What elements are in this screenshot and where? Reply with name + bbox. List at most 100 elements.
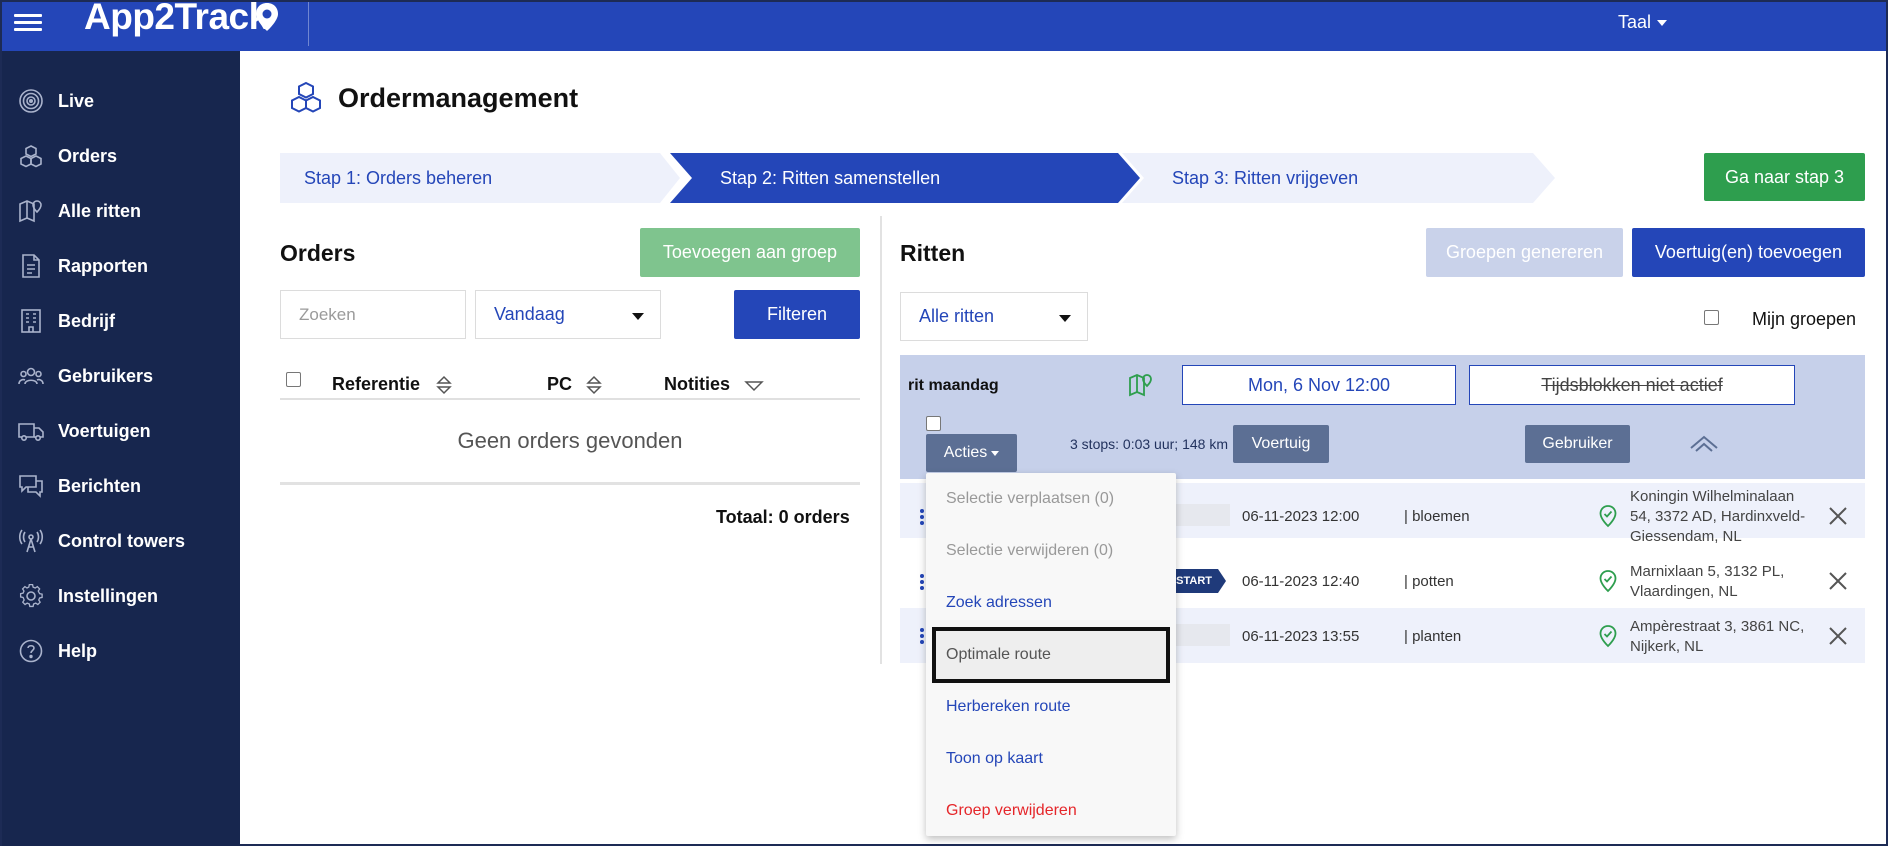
sidebar-item-control-towers[interactable]: Control towers	[2, 521, 240, 561]
actions-label: Acties	[943, 444, 988, 461]
sort-icon[interactable]	[586, 374, 602, 396]
menu-item-recalculate-route[interactable]: Herbereken route	[926, 681, 1176, 733]
orders-search-input[interactable]: Zoeken	[280, 290, 466, 339]
topbar-divider	[308, 2, 309, 46]
sidebar-item-instellingen[interactable]: Instellingen	[2, 576, 240, 616]
caret-down-icon	[991, 450, 1000, 456]
order-datetime: 06-11-2023 12:40	[1242, 573, 1360, 590]
menu-item-delete-group[interactable]: Groep verwijderen	[926, 785, 1176, 837]
column-pc[interactable]: PC	[547, 374, 572, 395]
sidebar-item-bedrijf[interactable]: Bedrijf	[2, 301, 240, 341]
sidebar-item-label: Bedrijf	[58, 310, 116, 331]
sidebar-item-label: Voertuigen	[58, 420, 151, 441]
row-status-bar	[1170, 504, 1230, 526]
sidebar-item-alle-ritten[interactable]: Alle ritten	[2, 191, 240, 231]
step-3-ritten-vrijgeven[interactable]: Stap 3: Ritten vrijgeven	[1122, 153, 1555, 203]
group-select-checkbox[interactable]	[926, 416, 941, 431]
caret-down-icon	[632, 313, 644, 320]
column-referentie[interactable]: Referentie	[332, 374, 420, 395]
ritten-heading: Ritten	[900, 240, 966, 266]
my-groups-label: Mijn groepen	[1752, 309, 1857, 329]
sidebar-item-label: Help	[58, 640, 98, 661]
chat-icon	[18, 473, 44, 499]
ritten-filter-value: Alle ritten	[919, 306, 995, 326]
remove-order-icon[interactable]	[1828, 506, 1848, 526]
orders-total: Totaal: 0 orders	[716, 507, 850, 527]
route-map-icon[interactable]	[1128, 372, 1154, 398]
sidebar-item-help[interactable]: Help	[2, 631, 240, 671]
location-pin-icon	[1599, 570, 1617, 593]
rit-date-picker[interactable]: Mon, 6 Nov 12:00	[1182, 365, 1456, 405]
sidebar-item-label: Gebruikers	[58, 365, 154, 386]
add-vehicles-button[interactable]: Voertuig(en) toevoegen	[1632, 228, 1865, 277]
menu-item-search-addresses[interactable]: Zoek adressen	[926, 577, 1176, 629]
assign-user-button[interactable]: Gebruiker	[1525, 425, 1630, 463]
actions-dropdown-button[interactable]: Acties	[926, 434, 1017, 472]
order-item: | potten	[1404, 573, 1454, 590]
sidebar-item-live[interactable]: Live	[2, 81, 240, 121]
boxes-icon	[18, 143, 44, 169]
order-datetime: 06-11-2023 13:55	[1242, 628, 1360, 645]
map-pin-icon	[18, 198, 44, 224]
sidebar-item-voertuigen[interactable]: Voertuigen	[2, 411, 240, 451]
step-1-orders-beheren[interactable]: Stap 1: Orders beheren	[280, 153, 680, 203]
remove-order-icon[interactable]	[1828, 571, 1848, 591]
help-icon	[18, 638, 44, 664]
ritten-filter-select[interactable]: Alle ritten	[900, 292, 1088, 341]
caret-down-icon	[1059, 315, 1071, 322]
assign-vehicle-button[interactable]: Voertuig	[1233, 425, 1329, 463]
building-icon	[18, 308, 44, 334]
order-address: Marnixlaan 5, 3132 PL, Vlaardingen, NL	[1630, 563, 1785, 600]
sidebar-item-label: Orders	[58, 145, 118, 166]
sidebar-item-rapporten[interactable]: Rapporten	[2, 246, 240, 286]
timeblocks-toggle[interactable]: Tijdsblokken niet actief	[1469, 365, 1795, 405]
route-summary: 3 stops: 0:03 uur; 148 km	[1070, 436, 1228, 452]
menu-item-move-selection[interactable]: Selectie verplaatsen (0)	[926, 473, 1176, 525]
menu-item-optimal-route[interactable]: Optimale route	[932, 627, 1170, 683]
orders-heading: Orders	[280, 240, 356, 266]
filter-down-icon[interactable]	[744, 374, 764, 396]
step-wizard: Stap 1: Orders beheren Stap 2: Ritten sa…	[280, 153, 1555, 203]
hamburger-menu-icon[interactable]	[14, 10, 42, 34]
sidebar-item-label: Live	[58, 90, 95, 111]
menu-item-show-on-map[interactable]: Toon op kaart	[926, 733, 1176, 785]
live-icon	[18, 88, 44, 114]
sidebar-item-label: Rapporten	[58, 255, 148, 276]
app-logo[interactable]: App2Track	[84, 0, 269, 38]
sidebar-item-berichten[interactable]: Berichten	[2, 466, 240, 506]
start-tag: START	[1170, 569, 1226, 593]
select-all-orders-checkbox[interactable]	[286, 372, 301, 387]
page-title-text: Ordermanagement	[338, 82, 579, 113]
sort-icon[interactable]	[436, 374, 452, 396]
column-notities[interactable]: Notities	[664, 374, 730, 395]
sidebar: Live Orders Alle ritten Rapporten Bedrij…	[2, 51, 240, 846]
panel-divider	[880, 216, 882, 664]
document-icon	[18, 253, 44, 279]
my-groups-checkbox[interactable]	[1704, 310, 1719, 325]
date-filter-value: Vandaag	[494, 304, 565, 324]
add-to-group-button[interactable]: Toevoegen aan groep	[640, 228, 860, 277]
collapse-chevron-up-icon[interactable]	[1688, 432, 1720, 454]
divider	[280, 482, 860, 485]
order-address: Koningin Wilhelminalaan 54, 3372 AD, Har…	[1630, 488, 1806, 545]
go-to-step-3-button[interactable]: Ga naar stap 3	[1704, 153, 1865, 201]
generate-groups-button[interactable]: Groepen genereren	[1426, 228, 1623, 277]
remove-order-icon[interactable]	[1828, 626, 1848, 646]
sidebar-item-orders[interactable]: Orders	[2, 136, 240, 176]
language-dropdown[interactable]: Taal	[1618, 12, 1668, 33]
users-icon	[18, 363, 44, 389]
caret-down-icon	[1657, 20, 1668, 27]
boxes-icon	[291, 81, 321, 113]
order-address: Ampèrestraat 3, 3861 NC, Nijkerk, NL	[1630, 618, 1805, 655]
filter-button[interactable]: Filteren	[734, 290, 860, 339]
date-filter-select[interactable]: Vandaag	[475, 290, 661, 339]
row-status-bar	[1170, 624, 1230, 646]
sidebar-item-gebruikers[interactable]: Gebruikers	[2, 356, 240, 396]
step-2-ritten-samenstellen[interactable]: Stap 2: Ritten samenstellen	[670, 153, 1140, 203]
empty-orders-message: Geen orders gevonden	[457, 428, 683, 453]
order-item: | bloemen	[1404, 508, 1470, 525]
top-bar: App2Track Taal	[2, 0, 1886, 51]
gear-icon	[18, 583, 44, 609]
menu-item-delete-selection[interactable]: Selectie verwijderen (0)	[926, 525, 1176, 577]
actions-dropdown-menu: Selectie verplaatsen (0) Selectie verwij…	[926, 473, 1176, 836]
